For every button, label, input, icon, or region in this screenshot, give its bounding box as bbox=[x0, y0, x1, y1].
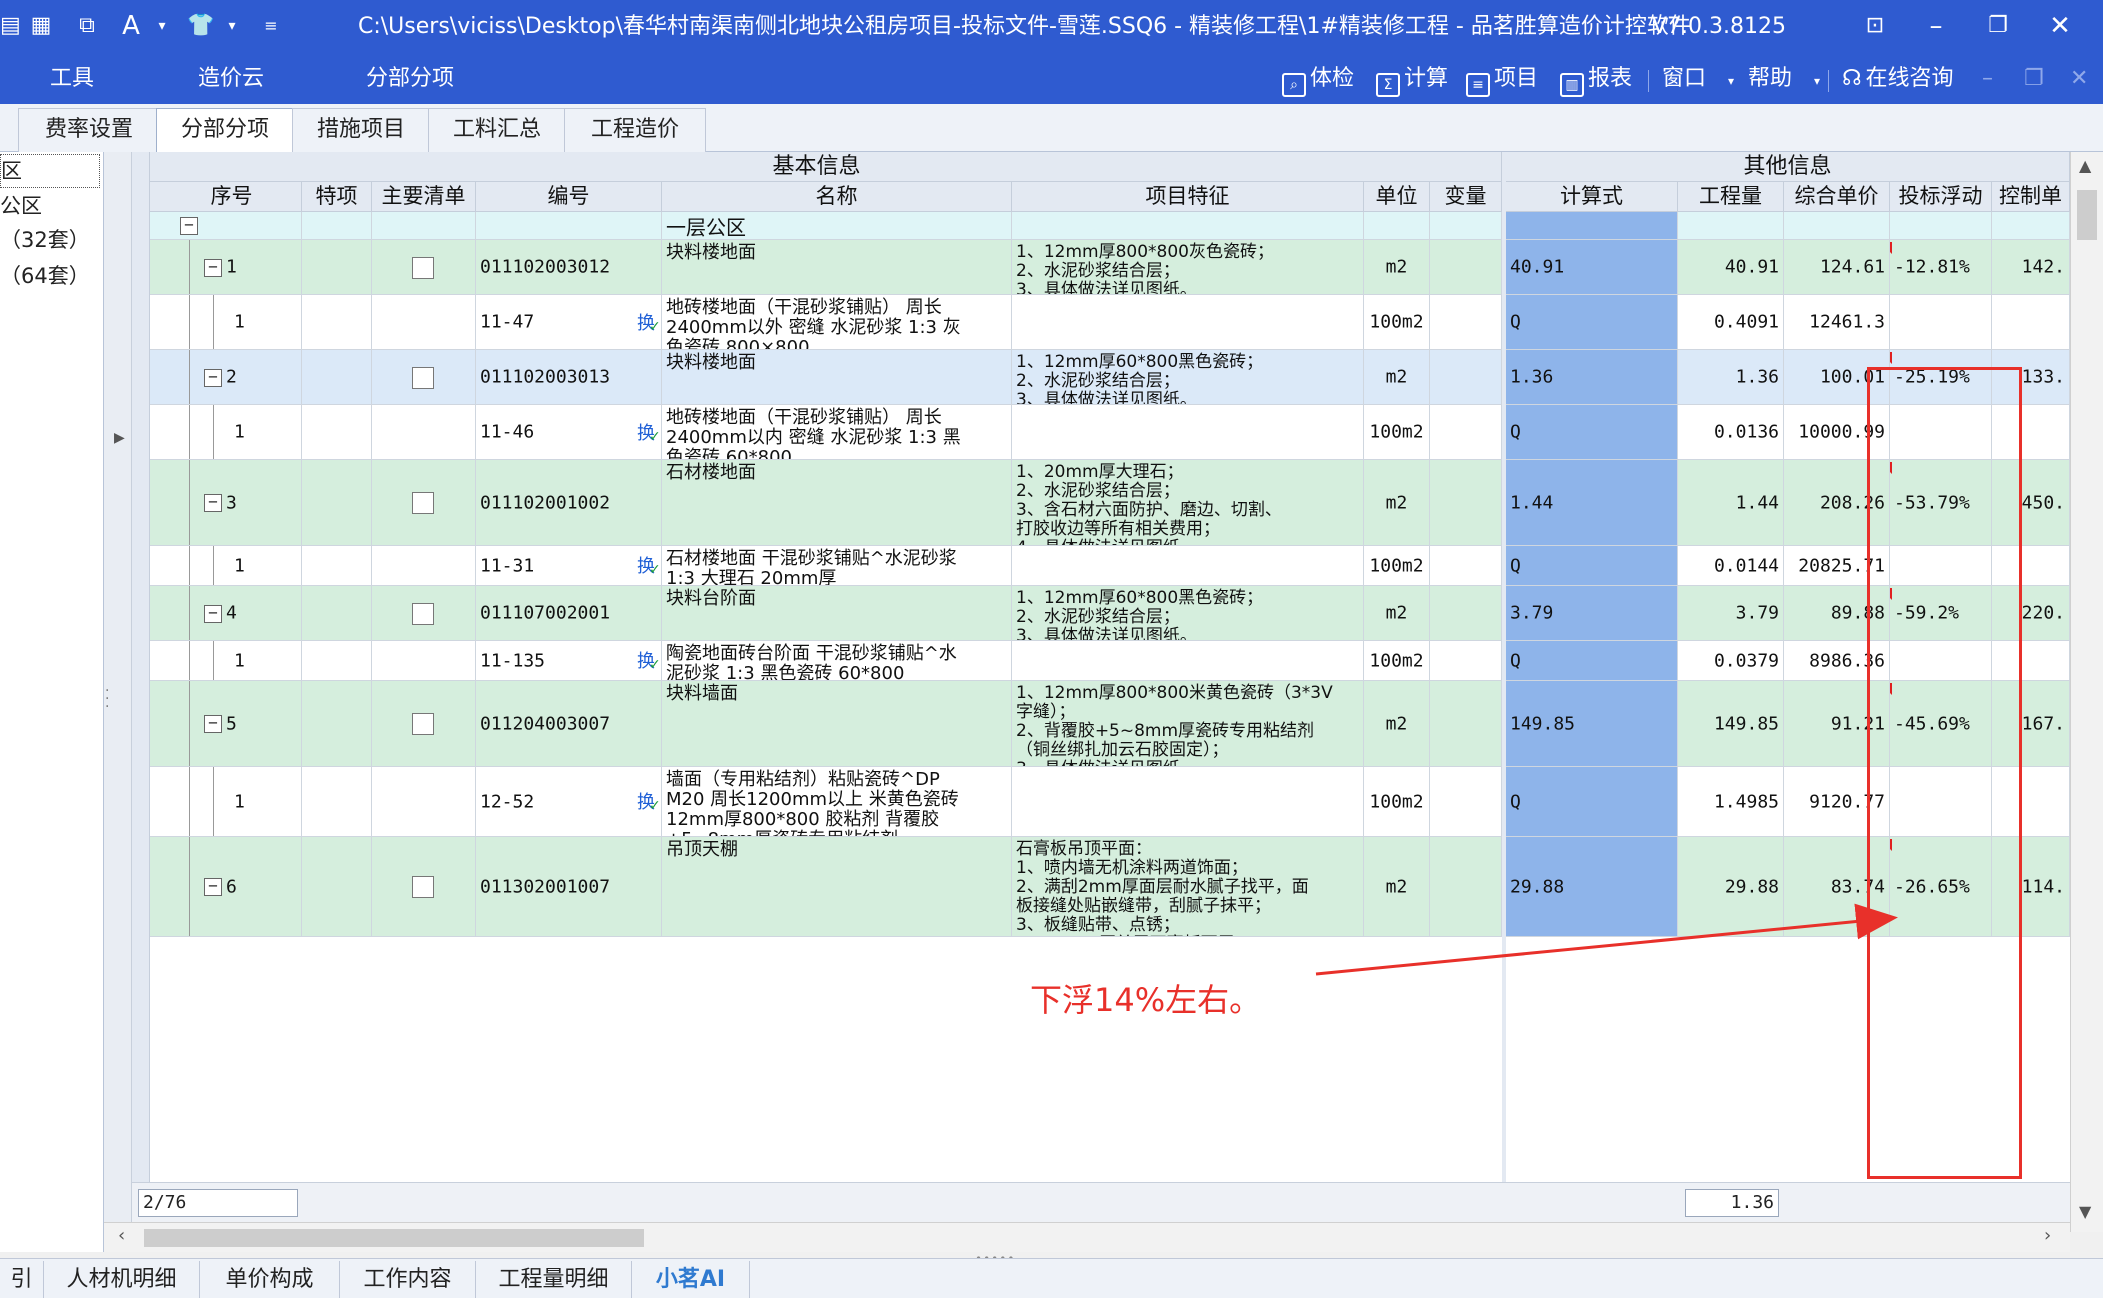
annotation-arrow bbox=[1315, 903, 1898, 976]
annotation-note: 下浮14%左右。 bbox=[1030, 981, 1262, 1019]
